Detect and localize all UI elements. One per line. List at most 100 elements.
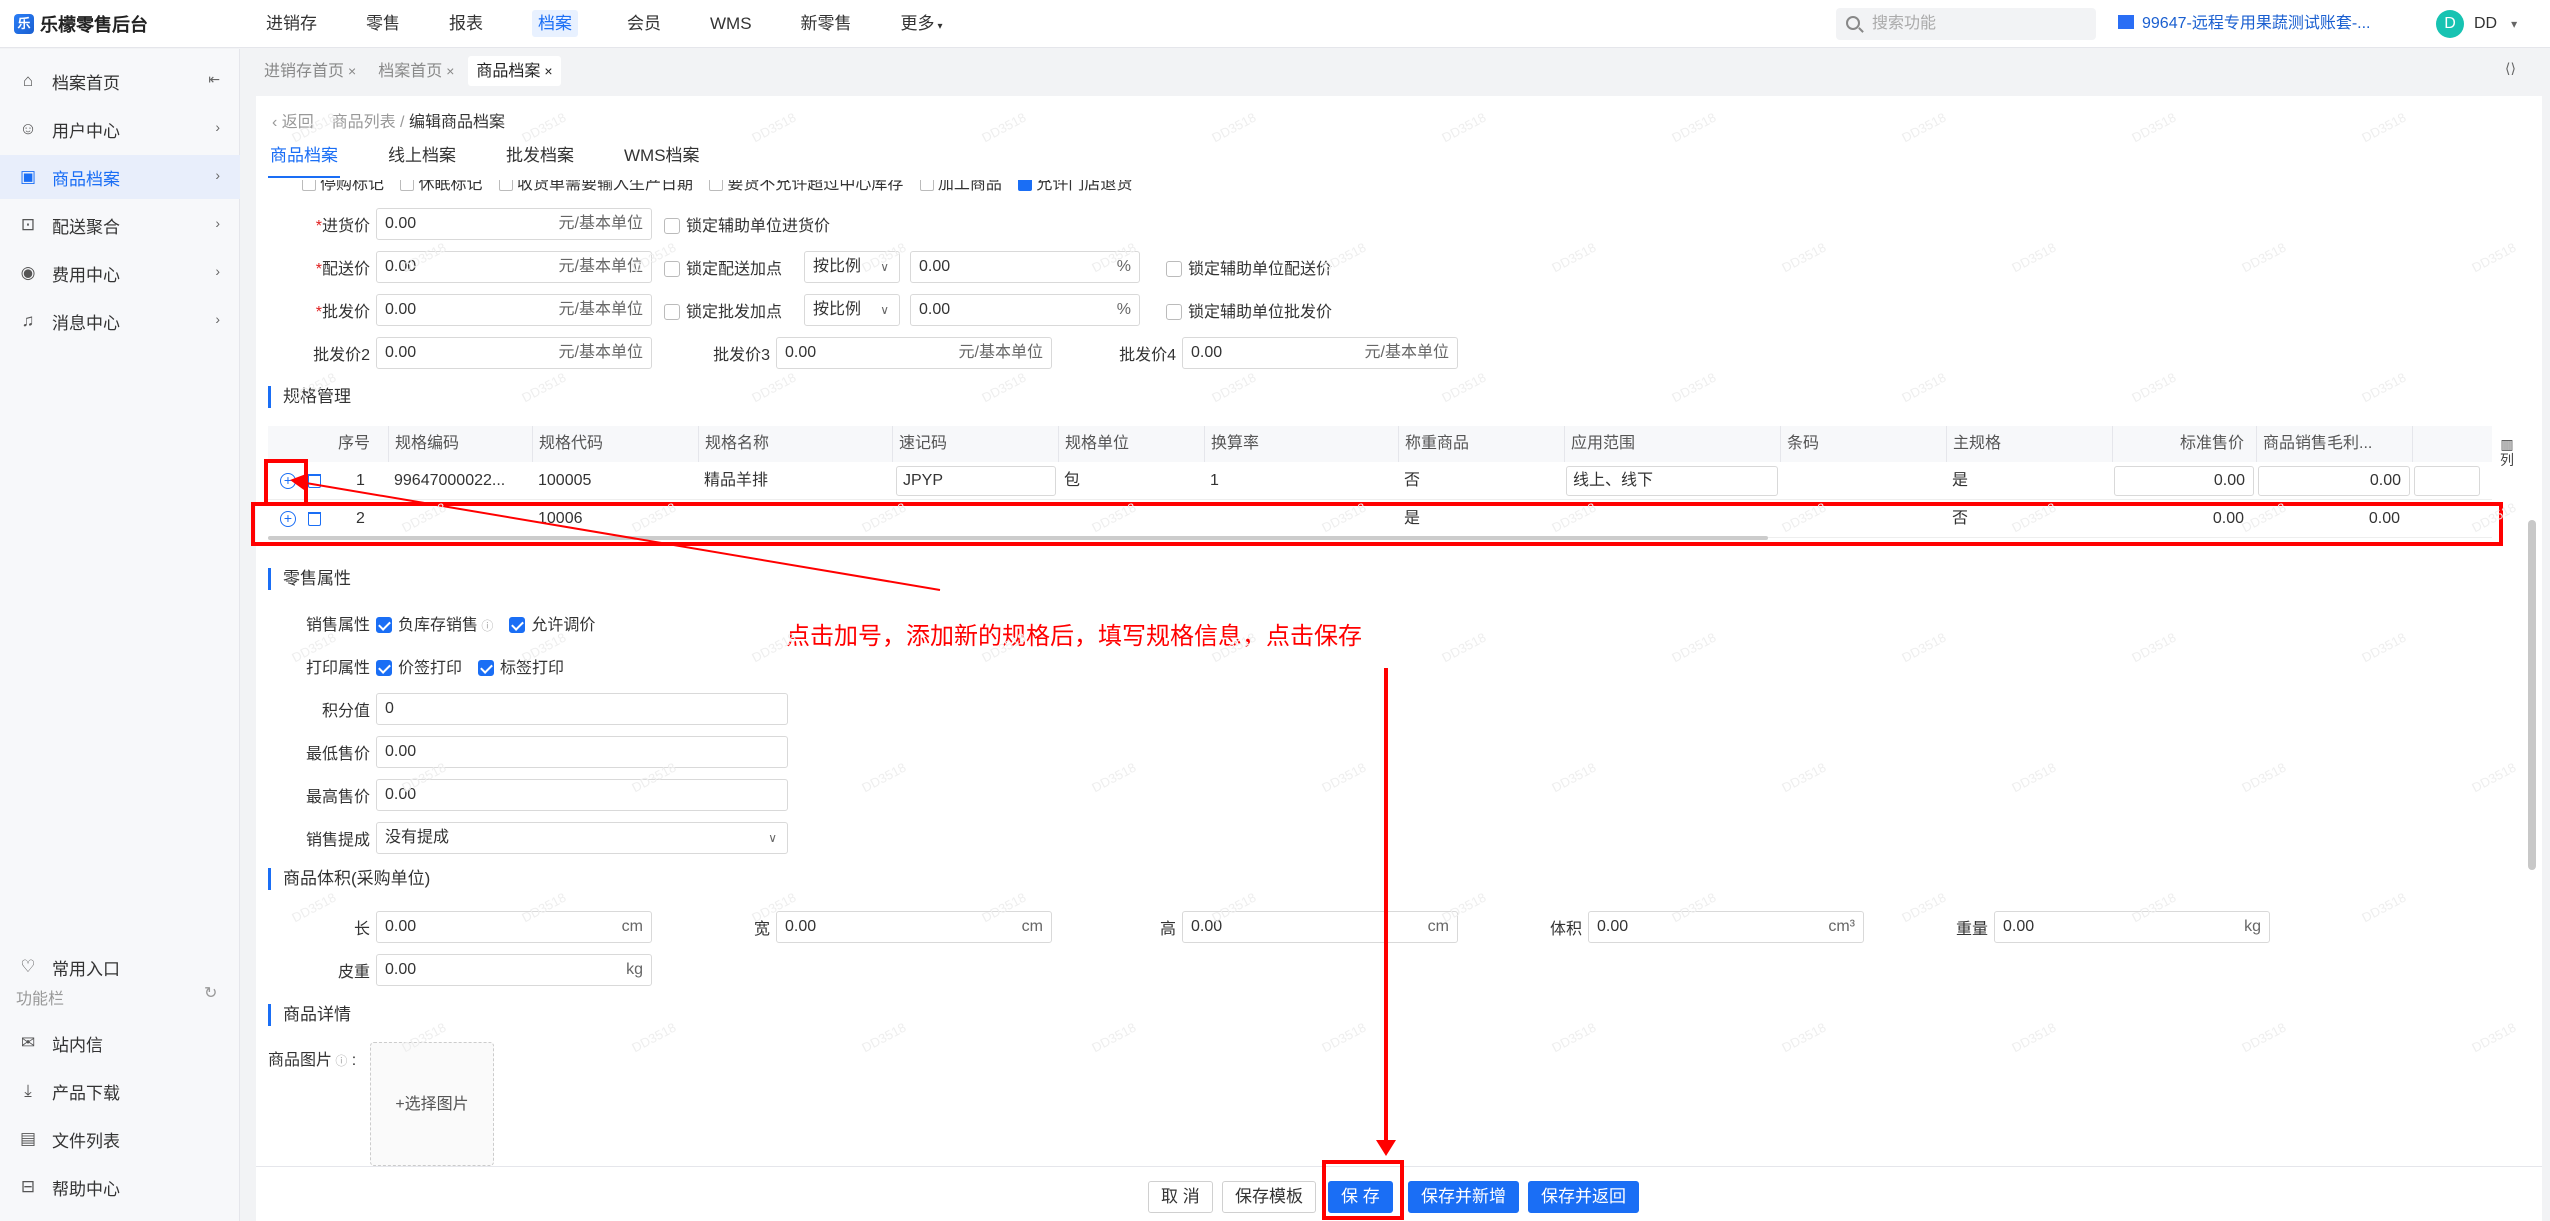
cell-main[interactable]: 是 bbox=[1946, 462, 2112, 500]
cell-weigh[interactable]: 否 bbox=[1398, 462, 1564, 500]
lock-delivery-add[interactable]: 锁定配送加点 bbox=[664, 255, 782, 279]
cell-price-input[interactable]: 0.00 bbox=[2114, 466, 2254, 496]
close-icon[interactable]: × bbox=[446, 63, 454, 79]
min-price-input[interactable]: 0.00 bbox=[376, 736, 788, 768]
sidebar-item-inbox[interactable]: ✉ 站内信 bbox=[0, 1021, 240, 1065]
close-icon[interactable]: × bbox=[348, 63, 356, 79]
cell-spec-name[interactable] bbox=[698, 500, 892, 538]
sidebar-item-files[interactable]: ▤ 文件列表 bbox=[0, 1117, 240, 1161]
page-vertical-scrollbar[interactable] bbox=[2528, 520, 2536, 870]
delivery-price-input[interactable]: 0.00 元/基本单位 bbox=[376, 251, 652, 283]
app-logo[interactable]: 乐 乐檬零售后台 bbox=[14, 12, 148, 36]
flag-option[interactable]: 停购标记 bbox=[302, 180, 384, 194]
flag-option[interactable]: 休眠标记 bbox=[400, 180, 482, 194]
cell-mnemonic-input[interactable]: JPYP bbox=[896, 466, 1056, 496]
length-input[interactable]: 0.00 cm bbox=[376, 911, 652, 943]
add-row-icon[interactable]: + bbox=[280, 511, 296, 527]
lock-wholesale-add[interactable]: 锁定批发加点 bbox=[664, 298, 782, 322]
subtab-wms[interactable]: WMS档案 bbox=[622, 144, 702, 178]
price-tag-print-option[interactable]: 价签打印 bbox=[376, 654, 462, 678]
cell-mnemonic[interactable] bbox=[892, 500, 1058, 538]
commission-select[interactable]: 没有提成 ∨ bbox=[376, 822, 788, 854]
close-icon[interactable]: × bbox=[544, 63, 552, 79]
sidebar-item-messages[interactable]: ♫ 消息中心 › bbox=[0, 299, 240, 343]
flag-option[interactable]: 收货单需要输入生产日期 bbox=[498, 180, 693, 194]
wholesale-pct-input[interactable]: 0.00% bbox=[910, 294, 1141, 326]
delivery-pct-input[interactable]: 0.00% bbox=[910, 251, 1141, 283]
cell-unit[interactable]: 包 bbox=[1058, 462, 1204, 500]
tab-dangan-home[interactable]: 档案首页 × bbox=[370, 56, 463, 86]
tare-input[interactable]: 0.00 kg bbox=[376, 954, 652, 986]
nav-item-jinxiaocun[interactable]: 进销存 bbox=[250, 0, 333, 48]
subtab-wholesale[interactable]: 批发档案 bbox=[504, 144, 576, 178]
cell-main[interactable]: 否 bbox=[1946, 500, 2112, 538]
purchase-price-input[interactable]: 0.00 元/基本单位 bbox=[376, 208, 652, 240]
nav-item-lingshou[interactable]: 零售 bbox=[350, 0, 416, 48]
tab-goods[interactable]: 商品档案 × bbox=[468, 56, 561, 86]
lock-aux-wholesale[interactable]: 锁定辅助单位批发价 bbox=[1166, 298, 1332, 322]
flag-option[interactable]: 允许门店退货 bbox=[1018, 180, 1132, 194]
add-row-icon[interactable]: + bbox=[280, 473, 296, 489]
subtab-online[interactable]: 线上档案 bbox=[386, 144, 458, 178]
lock-aux-purchase[interactable]: 锁定辅助单位进货价 bbox=[664, 212, 830, 236]
height-input[interactable]: 0.00 cm bbox=[1182, 911, 1458, 943]
cell-margin-input[interactable]: 0.00 bbox=[2258, 466, 2410, 496]
sidebar-item-home[interactable]: ⌂ 档案首页 ⇤ bbox=[0, 59, 240, 103]
table-horizontal-scrollbar[interactable] bbox=[268, 536, 1768, 540]
cell-ratio[interactable]: 1 bbox=[1204, 462, 1398, 500]
collapse-icon[interactable]: ⇤ bbox=[208, 71, 220, 88]
sidebar-item-help[interactable]: ⊟ 帮助中心 bbox=[0, 1165, 240, 1209]
nav-item-baobiao[interactable]: 报表 bbox=[433, 0, 499, 48]
column-settings[interactable]: ▥ 列 bbox=[2500, 436, 2514, 468]
select-image-button[interactable]: +选择图片 bbox=[370, 1042, 494, 1166]
cell-extra-input[interactable] bbox=[2414, 466, 2480, 496]
tab-jxc-home[interactable]: 进销存首页 × bbox=[256, 56, 365, 86]
search-input[interactable]: 搜索功能 bbox=[1836, 8, 2096, 40]
negative-stock-option[interactable]: 负库存销售 ⓘ bbox=[376, 611, 493, 635]
delivery-mode-select[interactable]: 按比例 ∨ bbox=[804, 251, 901, 283]
flag-option[interactable]: 加工商品 bbox=[919, 180, 1002, 194]
cell-unit[interactable] bbox=[1058, 500, 1204, 538]
nav-item-wms[interactable]: WMS bbox=[694, 0, 768, 48]
cell-ratio[interactable] bbox=[1204, 500, 1398, 538]
nav-item-huiyuan[interactable]: 会员 bbox=[611, 0, 677, 48]
cell-spec-name[interactable]: 精品羊排 bbox=[698, 462, 892, 500]
cell-barcode[interactable] bbox=[1780, 462, 1946, 500]
subtab-goods[interactable]: 商品档案 bbox=[268, 144, 340, 178]
cell-price[interactable]: 0.00 bbox=[2112, 500, 2256, 538]
save-and-new-button[interactable]: 保存并新增 bbox=[1408, 1181, 1519, 1213]
cell-weigh[interactable]: 是 bbox=[1398, 500, 1564, 538]
points-input[interactable]: 0 bbox=[376, 693, 788, 725]
trash-icon[interactable] bbox=[308, 474, 321, 488]
allow-price-adjust-option[interactable]: 允许调价 bbox=[509, 611, 595, 635]
volume-input[interactable]: 0.00 cm³ bbox=[1588, 911, 1864, 943]
back-link[interactable]: ‹ 返回 bbox=[272, 114, 314, 131]
wholesale4-input[interactable]: 0.00 元/基本单位 bbox=[1182, 337, 1458, 369]
label-print-option[interactable]: 标签打印 bbox=[478, 654, 564, 678]
save-button[interactable]: 保 存 bbox=[1328, 1181, 1393, 1213]
sidebar-item-user-center[interactable]: ☺ 用户中心 › bbox=[0, 107, 240, 151]
sidebar-item-download[interactable]: ⤓ 产品下载 bbox=[0, 1069, 240, 1113]
sidebar-item-goods[interactable]: ▣ 商品档案 › bbox=[0, 155, 240, 199]
cell-barcode[interactable] bbox=[1780, 500, 1946, 538]
user-menu[interactable]: D DD ▾ bbox=[2436, 0, 2517, 48]
save-template-button[interactable]: 保存模板 bbox=[1222, 1181, 1316, 1213]
nav-item-dangan[interactable]: 档案 bbox=[516, 0, 594, 48]
wholesale3-input[interactable]: 0.00 元/基本单位 bbox=[776, 337, 1052, 369]
breadcrumb-parent[interactable]: 商品列表 bbox=[332, 114, 396, 131]
sidebar-item-expense[interactable]: ◉ 费用中心 › bbox=[0, 251, 240, 295]
save-and-return-button[interactable]: 保存并返回 bbox=[1528, 1181, 1639, 1213]
width-input[interactable]: 0.00 cm bbox=[776, 911, 1052, 943]
cancel-button[interactable]: 取 消 bbox=[1148, 1181, 1213, 1213]
refresh-icon[interactable]: ↻ bbox=[204, 983, 217, 1003]
account-switcher[interactable]: 99647-远程专用果蔬测试账套-... bbox=[2118, 0, 2371, 48]
cell-margin[interactable]: 0.00 bbox=[2256, 500, 2412, 538]
cell-scope-input[interactable]: 线上、线下 bbox=[1566, 466, 1778, 496]
weight-input[interactable]: 0.00 kg bbox=[1994, 911, 2270, 943]
wholesale-price-input[interactable]: 0.00 元/基本单位 bbox=[376, 294, 652, 326]
trash-icon[interactable] bbox=[308, 512, 321, 526]
cell-spec-code[interactable]: 100005 bbox=[532, 462, 698, 500]
sidebar-item-delivery[interactable]: ⊡ 配送聚合 › bbox=[0, 203, 240, 247]
tabs-more-icon[interactable]: ⟨⟩ bbox=[2505, 60, 2516, 77]
wholesale-mode-select[interactable]: 按比例 ∨ bbox=[804, 294, 901, 326]
